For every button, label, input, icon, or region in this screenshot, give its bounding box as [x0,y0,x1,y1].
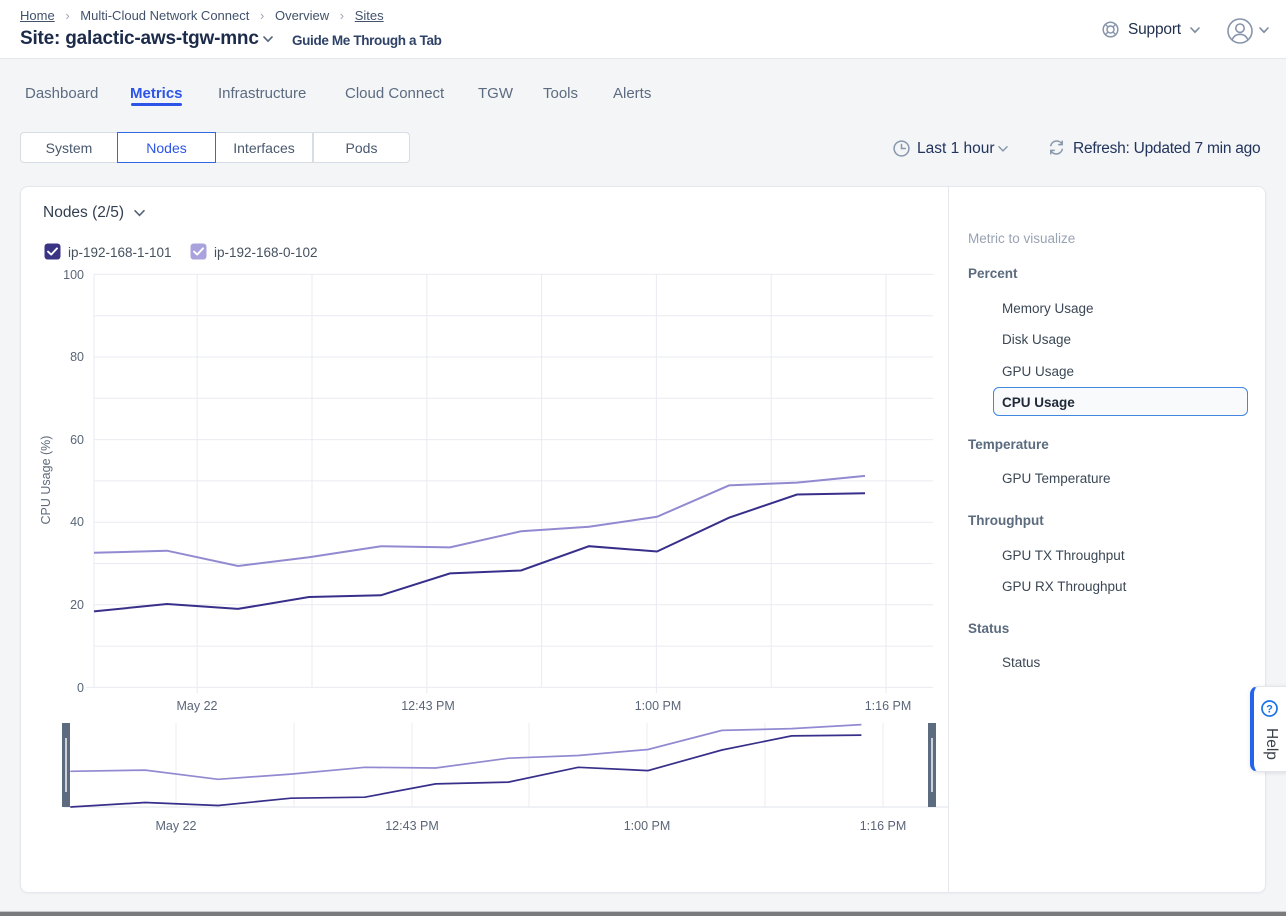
svg-text:?: ? [1266,703,1273,715]
